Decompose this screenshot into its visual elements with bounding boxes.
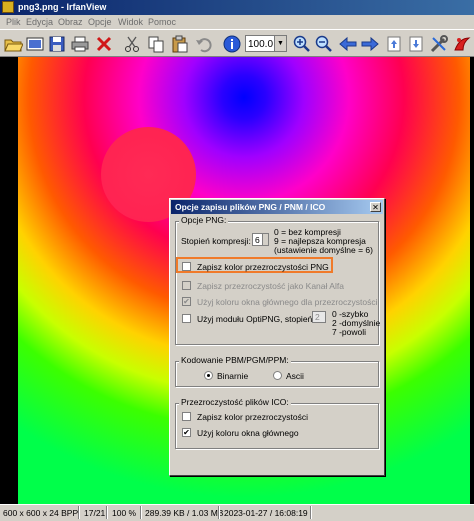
zoom-level-combobox[interactable]: 100.0 ▼ [245, 35, 287, 52]
use-window-color-checkbox[interactable]: ✔ [182, 297, 191, 306]
ascii-label[interactable]: Ascii [286, 371, 304, 381]
ico-transparency-group-label: Przezroczystość plików ICO: [179, 397, 291, 407]
png-save-options-dialog: Opcje zapisu plików PNG / PNM / ICO ✕ Op… [169, 198, 385, 476]
status-size: 289.39 KB / 1.03 MB [145, 508, 224, 518]
png-options-group-label: Opcje PNG: [179, 215, 229, 225]
settings-icon[interactable] [429, 34, 449, 54]
irfanview-app-icon [2, 1, 14, 13]
dialog-title: Opcje zapisu plików PNG / PNM / ICO [175, 202, 326, 212]
spin-arrows-icon[interactable] [262, 234, 268, 245]
status-separator [310, 506, 312, 519]
ico-transparency-group [175, 403, 379, 449]
first-page-icon[interactable] [384, 34, 404, 54]
ico-save-color-checkbox[interactable] [182, 412, 191, 421]
ico-use-window-color-checkbox[interactable]: ✔ [182, 428, 191, 437]
save-icon[interactable] [47, 34, 67, 54]
info-icon[interactable] [222, 34, 242, 54]
window-title: png3.png - IrfanView [18, 2, 107, 12]
copy-icon[interactable] [146, 34, 166, 54]
status-dimensions: 600 x 600 x 24 BPP [3, 508, 79, 518]
last-page-icon[interactable] [406, 34, 426, 54]
print-icon[interactable] [70, 34, 90, 54]
binary-label[interactable]: Binarnie [217, 371, 248, 381]
zoom-level-value: 100.0 [248, 39, 274, 50]
toolbar: 100.0 ▼ [0, 29, 474, 57]
status-datetime: 2023-01-27 / 16:08:19 [224, 508, 308, 518]
undo-icon[interactable] [194, 34, 214, 54]
status-zoom: 100 % [112, 508, 137, 518]
cut-icon[interactable] [122, 34, 142, 54]
prev-arrow-icon[interactable] [338, 34, 358, 54]
save-alpha-label: Zapisz przezroczystość jako Kanał Alfa [197, 281, 344, 291]
slideshow-icon[interactable] [25, 34, 45, 54]
status-index: 17/21 [84, 508, 106, 518]
ico-use-window-color-label[interactable]: Użyj koloru okna głównego [197, 428, 299, 438]
status-bar: 600 x 600 x 24 BPP 17/21 100 % 289.39 KB… [0, 504, 474, 521]
irfanview-icon[interactable] [452, 34, 472, 54]
binary-radio[interactable] [204, 371, 213, 380]
menu-widok[interactable]: Widok [118, 17, 143, 27]
menu-plik[interactable]: Plik [6, 17, 21, 27]
window-title-bar[interactable]: png3.png - IrfanView [0, 0, 474, 15]
open-folder-icon[interactable] [3, 34, 23, 54]
save-alpha-checkbox[interactable] [182, 281, 191, 290]
save-transparency-checkbox[interactable] [182, 262, 191, 271]
menu-bar: Plik Edycja Obraz Opcje Widok Pomoc [0, 15, 474, 29]
menu-edycja[interactable]: Edycja [26, 17, 53, 27]
status-separator [140, 506, 142, 519]
next-arrow-icon[interactable] [360, 34, 380, 54]
save-transparency-label[interactable]: Zapisz kolor przezroczystości PNG [197, 262, 329, 272]
status-separator [78, 506, 80, 519]
menu-obraz[interactable]: Obraz [58, 17, 83, 27]
status-separator [106, 506, 108, 519]
menu-opcje[interactable]: Opcje [88, 17, 112, 27]
ico-save-color-label[interactable]: Zapisz kolor przezroczystości [197, 412, 308, 422]
ascii-radio[interactable] [273, 371, 282, 380]
compression-hint-3: (ustawienie domyślne = 6) [274, 245, 373, 255]
compression-level-input[interactable]: 6 [252, 233, 269, 246]
zoom-in-icon[interactable] [292, 34, 312, 54]
paste-icon[interactable] [170, 34, 190, 54]
zoom-out-icon[interactable] [314, 34, 334, 54]
delete-icon[interactable] [94, 34, 114, 54]
chevron-down-icon[interactable]: ▼ [274, 36, 286, 51]
close-icon[interactable]: ✕ [370, 202, 381, 212]
dialog-title-bar[interactable]: Opcje zapisu plików PNG / PNM / ICO ✕ [171, 200, 383, 214]
compression-label: Stopień kompresji: [181, 236, 251, 246]
optipng-hint-3: 7 -powoli [332, 327, 367, 337]
optipng-level-input[interactable]: 2 [312, 311, 326, 323]
use-window-color-label: Użyj koloru okna głównego dla przezroczy… [197, 297, 378, 307]
status-separator [218, 506, 220, 519]
menu-pomoc[interactable]: Pomoc [148, 17, 176, 27]
optipng-label[interactable]: Użyj modułu OptiPNG, stopień: [197, 314, 315, 324]
optipng-checkbox[interactable] [182, 314, 191, 323]
pnm-encoding-group-label: Kodowanie PBM/PGM/PPM: [179, 355, 291, 365]
